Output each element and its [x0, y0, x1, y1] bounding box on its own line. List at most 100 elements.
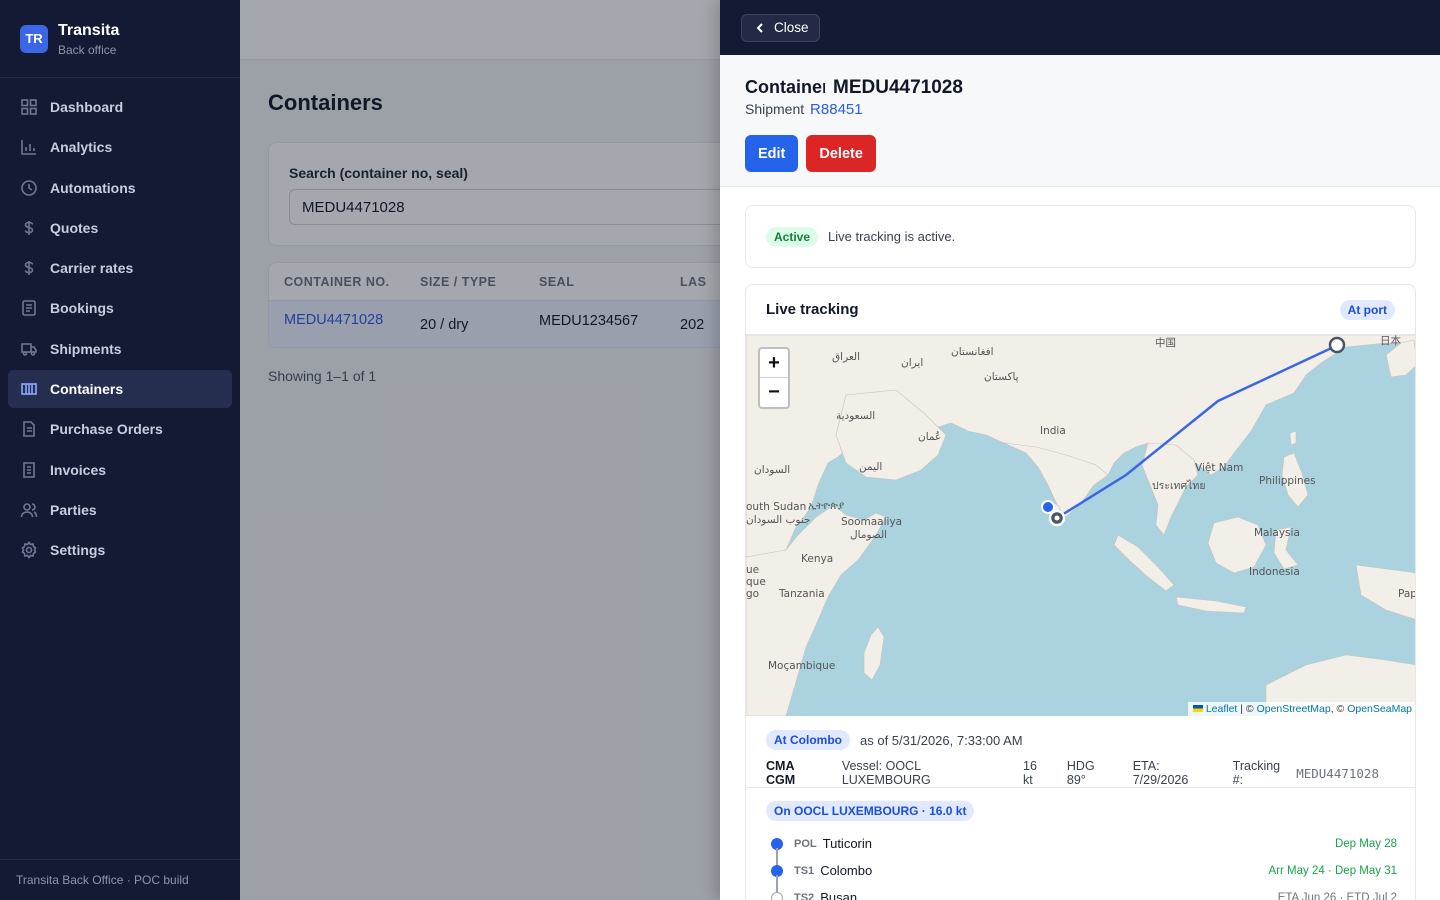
sidebar-item-label: Carrier rates — [50, 260, 134, 277]
sidebar-item-label: Automations — [50, 179, 136, 196]
tracking-status-badge: At port — [1339, 299, 1395, 320]
zoom-control: + − — [758, 347, 790, 409]
record-kind: Container — [745, 77, 825, 97]
shipment-label: Shipment — [745, 101, 805, 117]
sidebar-item-containers[interactable]: Containers — [8, 370, 232, 409]
map-label: Tanzania — [779, 588, 825, 600]
sidebar-item-automations[interactable]: Automations — [8, 169, 232, 207]
map-label: السعودية — [836, 410, 876, 422]
sidebar-item-label: Bookings — [50, 300, 114, 317]
sidebar-item-dashboard[interactable]: Dashboard — [8, 88, 232, 126]
sidebar-item-label: Containers — [50, 381, 124, 398]
brand-logo: TR — [20, 24, 48, 53]
leg-dot — [771, 891, 783, 900]
map-label: ኢትዮጵያ — [808, 500, 845, 512]
map-label: افغانستان — [951, 346, 994, 358]
map-label: Pap — [1398, 588, 1416, 600]
sidebar-item-label: Purchase Orders — [50, 421, 163, 438]
map-attribution: Leaflet | © OpenStreetMap, © OpenSeaMap — [1187, 702, 1415, 716]
document-icon — [22, 300, 36, 317]
leg-time: ETA Jun 26 · ETD Jul 2 — [1277, 891, 1397, 900]
map-label: ایران — [901, 357, 924, 369]
leg-code: TS1 — [794, 864, 815, 877]
container-number: MEDU4471028 — [833, 77, 963, 98]
map-label: ประเทศไทย — [1152, 480, 1206, 492]
tracking-number-label: Tracking #: — [1232, 759, 1281, 787]
sidebar-item-label: Dashboard — [50, 99, 124, 115]
map-label: Philippines — [1259, 475, 1316, 487]
current-position: At Colombo as of 5/31/2026, 7:33:00 AM C… — [746, 716, 1415, 788]
users-icon — [20, 503, 38, 518]
map-label: ue — [746, 564, 760, 576]
route-legs: On OOCL LUXEMBOURG · 16.0 kt POL Tuticor… — [746, 788, 1415, 900]
leg-item: TS1 Colombo Arr May 24 · Dep May 31 — [766, 857, 1397, 893]
bar-chart-icon — [21, 140, 36, 156]
sidebar-item-label: Shipments — [50, 340, 122, 357]
shipment-ref: Shipment R88451 — [745, 101, 1415, 118]
sidebar-item-quotes[interactable]: Quotes — [8, 209, 232, 247]
map-label: India — [1040, 425, 1066, 437]
status-text: Live tracking is active. — [828, 229, 956, 244]
sidebar-item-purchase-orders[interactable]: Purchase Orders — [8, 410, 232, 448]
sidebar-item-label: Settings — [50, 542, 106, 559]
brand[interactable]: TR Transita Back office — [0, 0, 240, 78]
osm-link[interactable]: OpenStreetMap — [1257, 703, 1331, 715]
leg-port: Busan — [820, 890, 858, 900]
shipment-link[interactable]: R88451 — [810, 101, 863, 118]
sidebar-item-analytics[interactable]: Analytics — [8, 128, 232, 166]
gear-icon — [21, 541, 37, 560]
delete-button[interactable]: Delete — [806, 135, 876, 172]
dollar-icon — [24, 261, 34, 276]
status-badge: Active — [766, 226, 819, 247]
carrier-name: CMA CGM — [766, 759, 796, 787]
openseamap-link[interactable]: OpenSeaMap — [1347, 703, 1412, 715]
map-label: Kenya — [801, 553, 834, 565]
chevron-left-icon — [756, 22, 763, 33]
map-label: Việt Nam — [1195, 462, 1244, 474]
receipt-icon — [23, 461, 35, 478]
map-label: go — [746, 588, 760, 600]
leg-time: Arr May 24 · Dep May 31 — [1268, 864, 1397, 877]
zoom-in-button[interactable]: + — [760, 349, 788, 378]
map-label: outh Sudan — [746, 501, 807, 513]
sidebar-item-label: Quotes — [50, 219, 99, 236]
sidebar-nav: Dashboard Analytics Automations Quotes C… — [0, 78, 240, 582]
leg-item: POL Tuticorin Dep May 28 — [766, 830, 1397, 866]
sidebar-item-invoices[interactable]: Invoices — [8, 451, 232, 489]
close-button[interactable]: Close — [741, 13, 820, 42]
sidebar-item-settings[interactable]: Settings — [8, 531, 232, 569]
zoom-out-button[interactable]: − — [760, 378, 788, 407]
dollar-icon — [24, 220, 34, 235]
sidebar-item-parties[interactable]: Parties — [8, 491, 232, 529]
brand-subtitle: Back office — [58, 42, 117, 57]
sidebar-item-label: Analytics — [50, 139, 113, 156]
tracking-map[interactable]: 中国 日本 العراق افغانستان ایران پاکستان الس… — [746, 335, 1416, 716]
sidebar-item-shipments[interactable]: Shipments — [8, 330, 232, 368]
map-label: Soomaaliya — [841, 516, 903, 528]
leg-item: TS2 Busan ETA Jun 26 · ETD Jul 2 — [766, 884, 1397, 900]
current-vessel-badge: On OOCL LUXEMBOURG · 16.0 kt — [766, 801, 975, 821]
map-label: que — [746, 576, 766, 588]
sidebar-item-bookings[interactable]: Bookings — [8, 289, 232, 327]
attribution-separator: , © — [1330, 703, 1348, 715]
leg-port: Tuticorin — [822, 836, 872, 851]
leaflet-link[interactable]: Leaflet — [1206, 703, 1238, 715]
map-label: Malaysia — [1254, 527, 1300, 539]
close-label: Close — [774, 20, 809, 35]
sidebar-footer: Transita Back Office · POC build — [0, 859, 240, 900]
sidebar-item-carrier-rates[interactable]: Carrier rates — [8, 249, 232, 287]
eta: ETA: 7/29/2026 — [1132, 759, 1189, 787]
brand-name: Transita — [58, 21, 120, 39]
leg-time: Dep May 28 — [1334, 837, 1397, 850]
drawer-topbar: Close — [720, 0, 1440, 55]
live-tracking-title: Live tracking — [766, 301, 859, 318]
edit-button[interactable]: Edit — [745, 135, 799, 172]
map-label: عُمان — [918, 431, 942, 443]
leg-port: Colombo — [820, 863, 873, 878]
grid-icon — [21, 99, 37, 115]
modal-backdrop[interactable] — [240, 0, 721, 900]
drawer-header: Container MEDU4471028 Shipment R88451 Ed… — [720, 55, 1440, 187]
position-timestamp: as of 5/31/2026, 7:33:00 AM — [860, 732, 1023, 748]
location-badge: At Colombo — [766, 730, 850, 750]
tracking-number: MEDU4471028 — [1296, 765, 1379, 781]
